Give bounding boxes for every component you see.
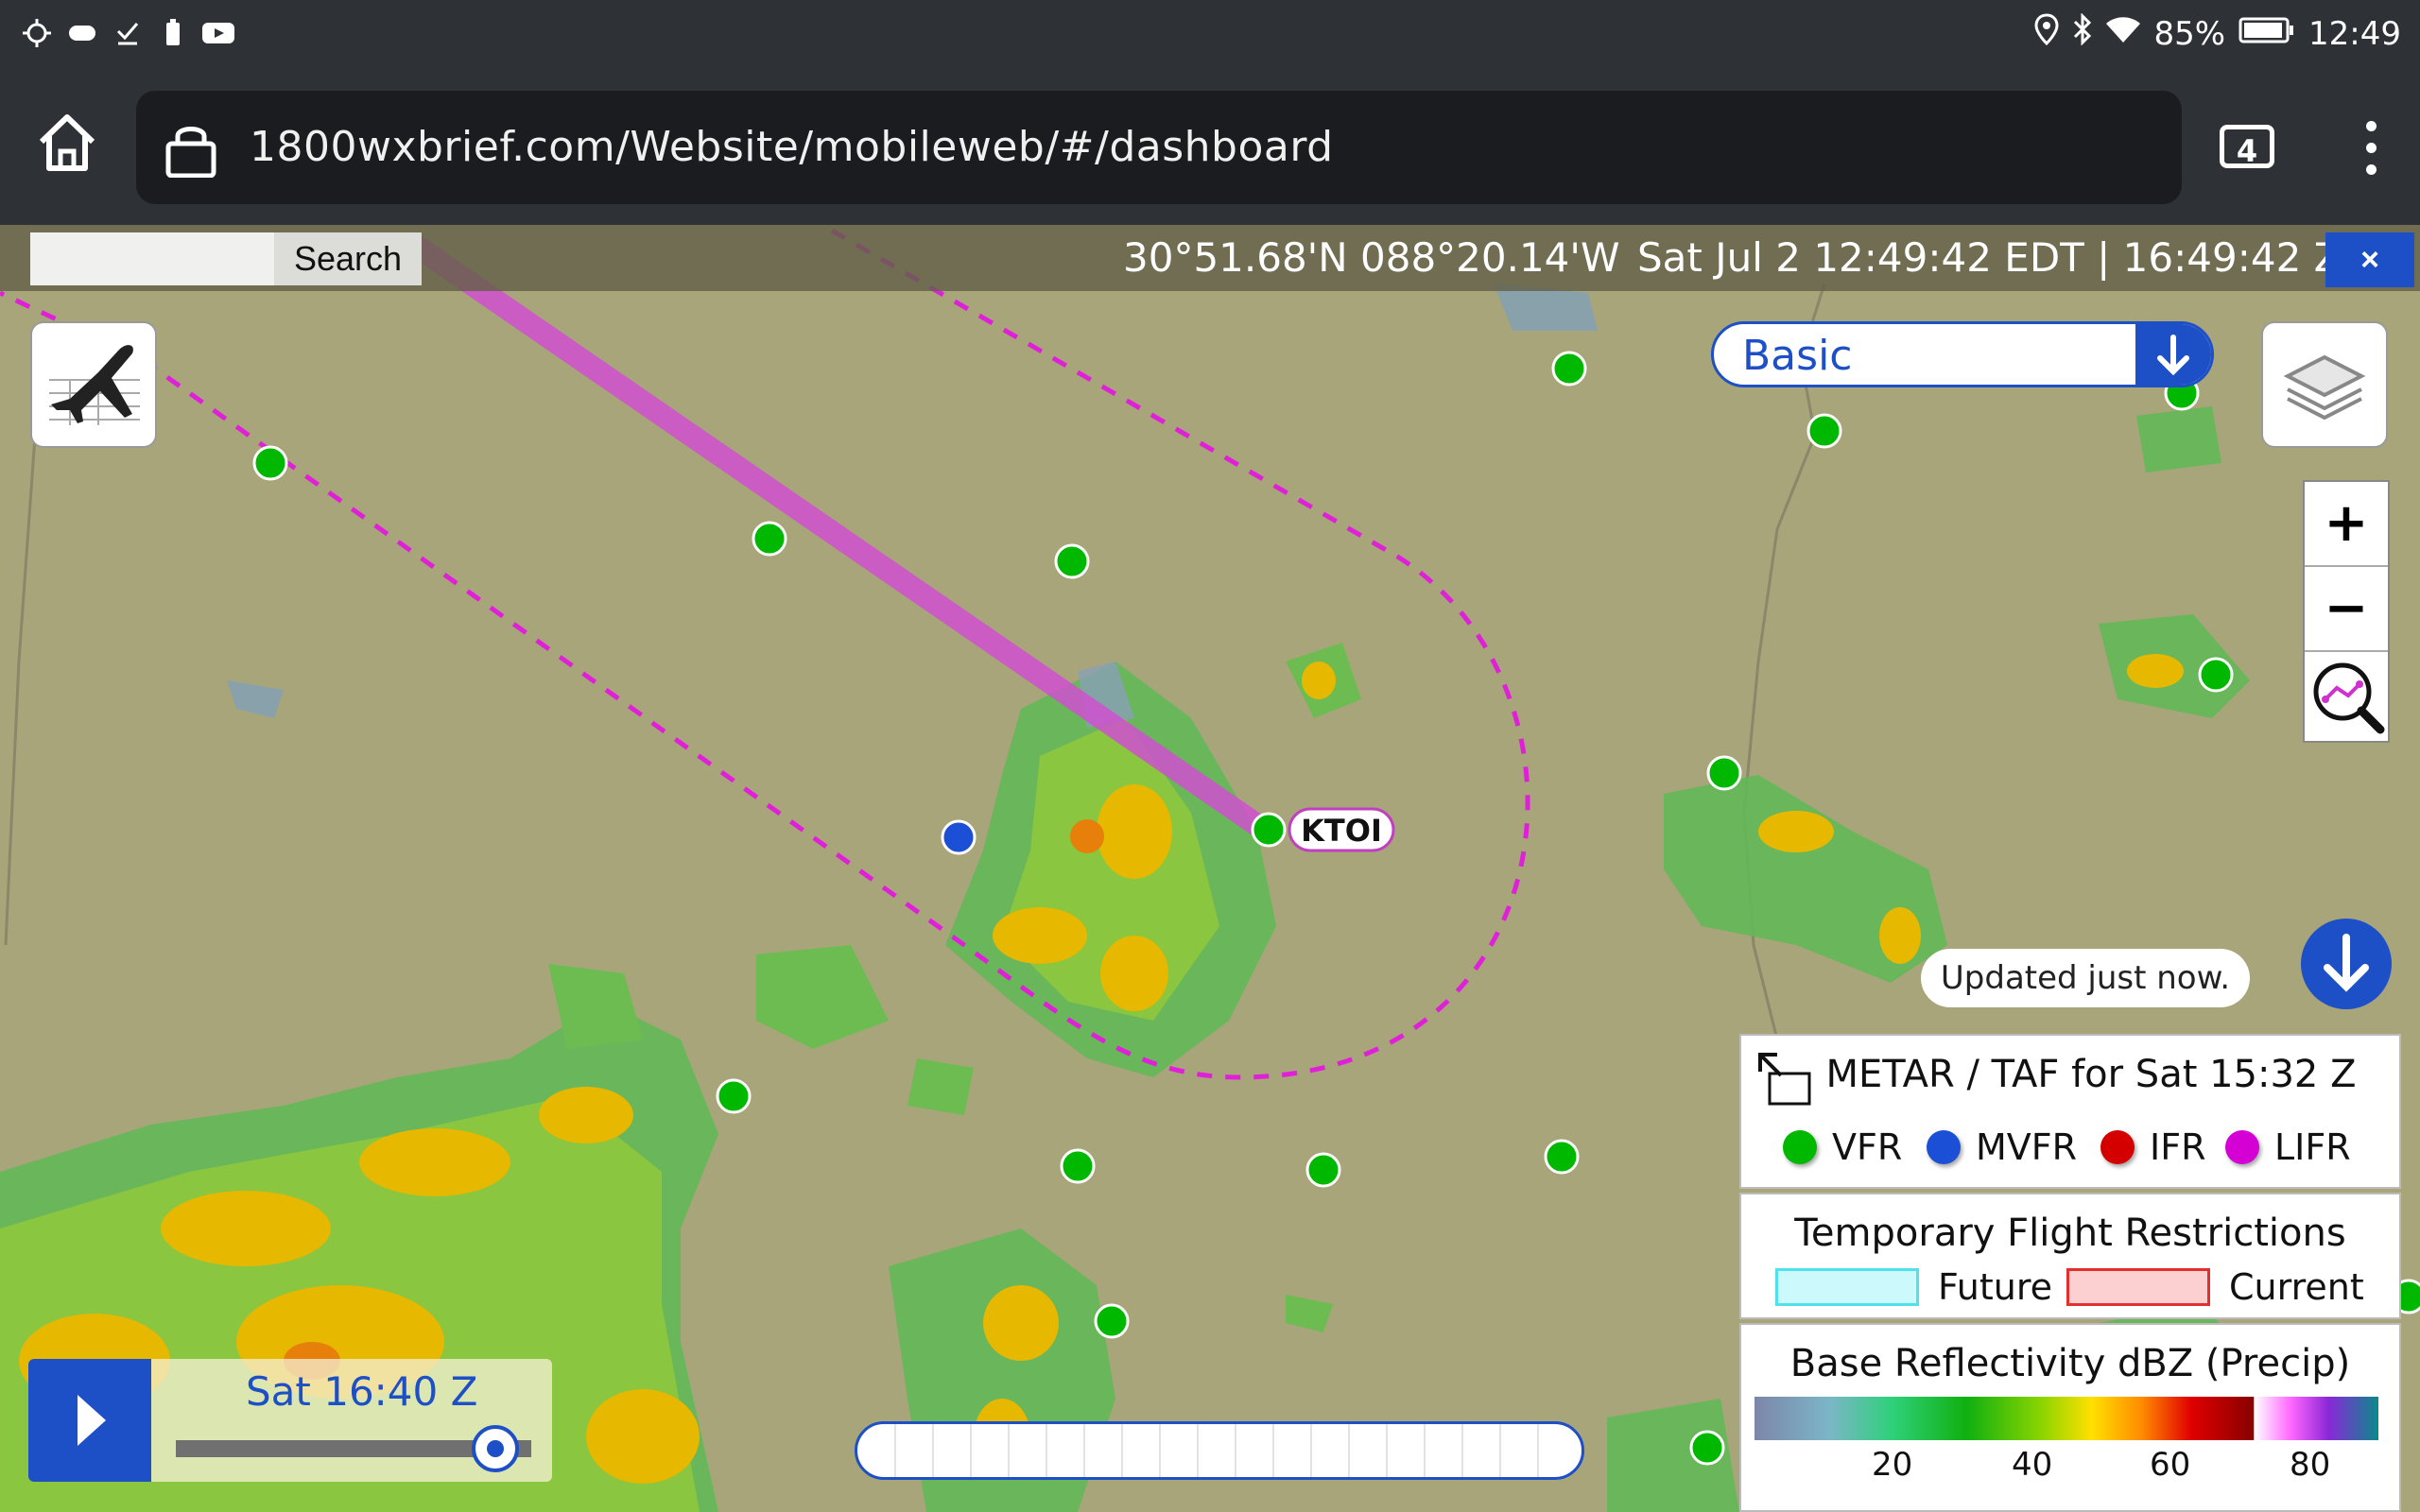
search-button[interactable]: Search bbox=[274, 232, 422, 285]
timeline-ticks bbox=[894, 1424, 1539, 1477]
layers-icon bbox=[2283, 354, 2366, 421]
basemap-dropdown[interactable]: Basic bbox=[1711, 321, 2214, 387]
vfr-station-marker bbox=[752, 521, 787, 557]
playback-time: Sat 16:40 Z bbox=[246, 1368, 478, 1415]
vfr-station-marker bbox=[1706, 755, 1742, 791]
tfr-future-swatch bbox=[1775, 1268, 1919, 1306]
arrow-down-icon bbox=[2157, 335, 2189, 376]
playback-slider-handle[interactable] bbox=[472, 1425, 520, 1472]
airport-label-text: KTOI bbox=[1301, 813, 1382, 849]
vfr-station-marker bbox=[1060, 1148, 1096, 1184]
basemap-selected: Basic bbox=[1742, 332, 1853, 380]
vfr-station-marker bbox=[1094, 1303, 1130, 1339]
route-magnifier-icon bbox=[2313, 662, 2385, 734]
legend-ifr: IFR bbox=[2100, 1126, 2205, 1168]
tfr-current-swatch bbox=[2066, 1268, 2210, 1306]
battery-saver-icon bbox=[157, 17, 189, 49]
airport-label[interactable]: KTOI bbox=[1288, 807, 1395, 852]
bluetooth-icon bbox=[2072, 12, 2093, 54]
radar-playback-control: Sat 16:40 Z bbox=[28, 1359, 552, 1482]
clock: 12:49 bbox=[2308, 14, 2401, 53]
vfr-dot bbox=[1783, 1130, 1817, 1164]
mvfr-dot bbox=[1927, 1130, 1961, 1164]
vfr-station-marker bbox=[1806, 413, 1842, 449]
legend-vfr: VFR bbox=[1783, 1126, 1902, 1168]
home-button[interactable] bbox=[34, 110, 100, 176]
vfr-station-marker bbox=[1551, 351, 1587, 387]
home-icon bbox=[39, 114, 95, 171]
arrow-down-icon bbox=[2324, 934, 2369, 992]
map-info-bar: Search 30°51.68'N 088°20.14'W Sat Jul 2 … bbox=[0, 225, 2420, 291]
airplane-icon bbox=[49, 345, 140, 425]
browser-toolbar: 1800wxbrief.com/Website/mobileweb/#/dash… bbox=[0, 68, 2420, 225]
layers-button[interactable] bbox=[2261, 321, 2388, 448]
updated-toast: Updated just now. bbox=[1921, 949, 2250, 1007]
timeline-bar[interactable] bbox=[855, 1421, 1584, 1480]
battery-icon bbox=[2238, 15, 2295, 53]
youtube-icon bbox=[202, 17, 234, 49]
radar-legend-title: Base Reflectivity dBZ (Precip) bbox=[1789, 1342, 2351, 1385]
zoom-out-button[interactable]: − bbox=[2305, 567, 2388, 652]
metar-legend-title: METAR / TAF for Sat 15:32 Z bbox=[1825, 1053, 2357, 1096]
legend-lifr: LIFR bbox=[2225, 1126, 2351, 1168]
route-search-button[interactable] bbox=[2310, 660, 2386, 735]
dropdown-arrow[interactable] bbox=[2135, 324, 2211, 385]
radar-tick: 80 bbox=[2290, 1446, 2331, 1484]
vfr-station-marker bbox=[1305, 1152, 1341, 1188]
vfr-station-marker bbox=[1054, 543, 1090, 579]
ifr-dot bbox=[2100, 1130, 2135, 1164]
address-bar[interactable]: 1800wxbrief.com/Website/mobileweb/#/dash… bbox=[136, 91, 2182, 204]
mvfr-station-marker bbox=[941, 819, 977, 855]
current-datetime: Sat Jul 2 12:49:42 EDT | 16:49:42 Z bbox=[1637, 234, 2342, 281]
download-button[interactable] bbox=[2301, 919, 2392, 1009]
download-done-icon bbox=[112, 17, 144, 49]
cursor-coordinates: 30°51.68'N 088°20.14'W bbox=[1123, 234, 1620, 281]
lifr-dot bbox=[2225, 1130, 2259, 1164]
flight-plan-button[interactable] bbox=[30, 321, 157, 448]
radar-tick: 20 bbox=[1872, 1446, 1913, 1484]
play-icon bbox=[78, 1395, 106, 1446]
radar-tick: 40 bbox=[2012, 1446, 2053, 1484]
gamepad-icon bbox=[66, 17, 98, 49]
vfr-station-marker bbox=[1544, 1139, 1580, 1175]
lock-icon bbox=[165, 127, 216, 178]
tfr-future: Future bbox=[1775, 1266, 2052, 1308]
battery-percent: 85% bbox=[2153, 14, 2226, 53]
zoom-in-button[interactable]: + bbox=[2305, 482, 2388, 567]
metar-legend: METAR / TAF for Sat 15:32 Z VFR MVFR IFR… bbox=[1739, 1034, 2401, 1189]
radar-color-scale bbox=[1754, 1397, 2378, 1440]
radar-tick: 60 bbox=[2150, 1446, 2191, 1484]
zoom-controls: + − bbox=[2303, 480, 2390, 743]
play-button[interactable] bbox=[28, 1359, 151, 1482]
search-input[interactable] bbox=[30, 232, 274, 285]
tfr-current: Current bbox=[2066, 1266, 2364, 1308]
location-target-icon bbox=[21, 17, 53, 49]
vfr-station-marker bbox=[1251, 812, 1287, 848]
radar-legend: Base Reflectivity dBZ (Precip) 20 40 60 bbox=[1739, 1323, 2401, 1512]
tfr-legend-title: Temporary Flight Restrictions bbox=[1794, 1211, 2346, 1255]
url-text[interactable]: 1800wxbrief.com/Website/mobileweb/#/dash… bbox=[250, 123, 1334, 171]
tabs-button[interactable]: 4 bbox=[2220, 125, 2274, 169]
legend-mvfr: MVFR bbox=[1927, 1126, 2077, 1168]
close-button[interactable]: × bbox=[2325, 232, 2414, 287]
status-bar: 85% 12:49 bbox=[0, 0, 2420, 68]
location-icon bbox=[2034, 13, 2059, 54]
wifi-icon bbox=[2106, 15, 2141, 53]
vfr-station-marker bbox=[716, 1078, 752, 1114]
vfr-station-marker bbox=[252, 445, 288, 481]
vfr-station-marker bbox=[2198, 657, 2234, 693]
vfr-station-marker bbox=[1689, 1430, 1725, 1466]
tfr-legend: Temporary Flight Restrictions Future Cur… bbox=[1739, 1193, 2401, 1319]
overflow-menu-button[interactable] bbox=[2352, 115, 2390, 181]
